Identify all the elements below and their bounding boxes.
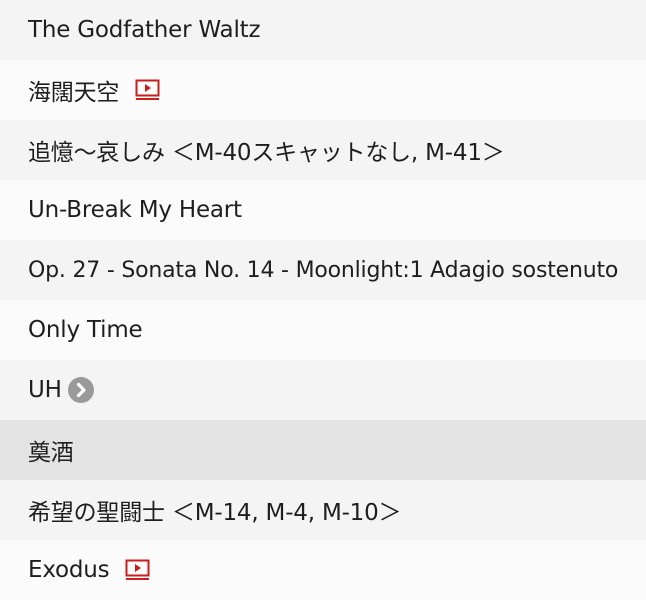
track-row[interactable]: 海闊天空 [0,60,646,120]
track-row[interactable]: Only Time [0,300,646,360]
track-title: Un-Break My Heart [28,197,242,223]
track-title: Op. 27 - Sonata No. 14 - Moonlight:1 Ada… [28,257,619,283]
track-title: 海闊天空 [28,80,120,106]
track-title: Only Time [28,317,143,343]
chevron-right-icon[interactable] [67,377,94,403]
mv-icon[interactable] [125,559,151,581]
track-row[interactable]: 追憶～哀しみ ＜M-40スキャットなし, M-41＞ [0,120,646,180]
track-title: UH [28,377,62,403]
track-title: 希望の聖闘士 ＜M-14, M-4, M-10＞ [28,500,402,526]
track-row[interactable]: Un-Break My Heart [0,180,646,240]
track-row[interactable]: 希望の聖闘士 ＜M-14, M-4, M-10＞ [0,480,646,540]
track-title: The Godfather Waltz [28,17,261,43]
track-row-selected[interactable]: 奠酒 [0,420,646,480]
track-title: Exodus [28,557,110,583]
track-row[interactable]: The Godfather Waltz [0,0,646,60]
track-title: 奠酒 [28,440,74,466]
track-list: The Godfather Waltz 海闊天空 追憶～哀しみ ＜M-40スキャ… [0,0,646,600]
track-row[interactable]: Exodus [0,540,646,600]
track-title: 追憶～哀しみ ＜M-40スキャットなし, M-41＞ [28,140,505,166]
track-row[interactable]: Op. 27 - Sonata No. 14 - Moonlight:1 Ada… [0,240,646,300]
mv-icon[interactable] [135,79,161,101]
track-row[interactable]: UH [0,360,646,420]
